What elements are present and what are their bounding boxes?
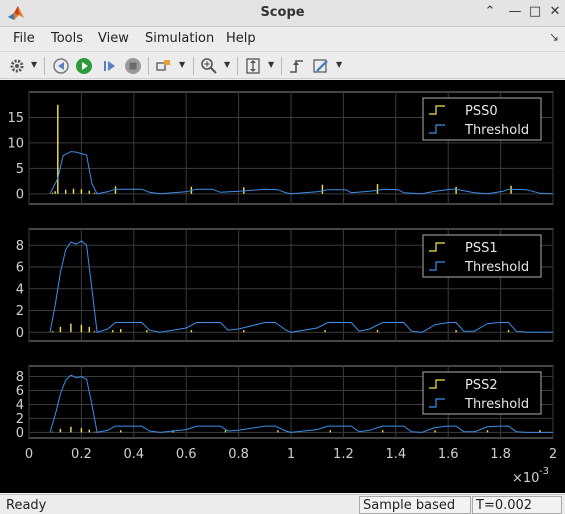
menu-help[interactable]: Help: [226, 31, 256, 46]
scope-panel-1: 0 2 4 6 8 PSS1 Threshold: [16, 228, 554, 342]
toolbar-separator: [44, 57, 45, 75]
menu-tools[interactable]: Tools: [51, 31, 83, 46]
window-title: Scope: [260, 5, 305, 20]
settings-gear-icon[interactable]: [7, 56, 27, 76]
undock-icon[interactable]: ↘: [549, 30, 559, 44]
run-icon[interactable]: [74, 56, 94, 76]
step-forward-icon[interactable]: [99, 56, 119, 76]
legend-label: PSS0: [465, 104, 498, 119]
x-exponent-power: -3: [539, 466, 549, 477]
legend-label: PSS2: [465, 378, 498, 393]
step-back-icon[interactable]: [51, 56, 71, 76]
legend-label: Threshold: [464, 397, 529, 412]
legend-label: PSS1: [465, 241, 498, 256]
highlight-block-icon[interactable]: [154, 56, 174, 76]
zoom-dropdown-icon[interactable]: ▼: [224, 60, 230, 69]
highlight-dropdown-icon[interactable]: ▼: [179, 60, 185, 69]
legend: PSS0 Threshold: [422, 97, 542, 141]
status-text: Ready: [6, 498, 47, 513]
y-tick-label: 2: [16, 412, 24, 427]
scope-display: 0 5 10 15 PSS0 Threshold 0 2 4 6 8 PSS1 Threshold 0 2 4…: [0, 80, 565, 493]
stop-icon[interactable]: [123, 56, 143, 76]
legend: PSS1 Threshold: [422, 234, 542, 278]
y-tick-label: 5: [16, 162, 24, 177]
scope-panel-0: 0 5 10 15 PSS0 Threshold: [7, 91, 554, 205]
y-tick-label: 8: [16, 370, 24, 385]
menu-view[interactable]: View: [98, 31, 129, 46]
x-tick-label: 2: [549, 447, 557, 462]
y-tick-label: 15: [7, 111, 24, 126]
y-tick-label: 4: [16, 398, 24, 413]
y-tick-label: 0: [16, 187, 24, 202]
zoom-icon[interactable]: [199, 56, 219, 76]
menu-simulation[interactable]: Simulation: [145, 31, 214, 46]
toolbar: ▼ ▼ ▼ ▼ ▼: [0, 51, 565, 79]
y-tick-label: 2: [16, 304, 24, 319]
legend-label: Threshold: [464, 123, 529, 138]
y-tick-label: 8: [16, 239, 24, 254]
autoscale-icon[interactable]: [243, 56, 263, 76]
x-tick-label: 0.8: [228, 447, 249, 462]
x-tick-label: 1.6: [438, 447, 459, 462]
scope-plots: 051015 PSS0Threshold02468 PSS1Threshold024…: [7, 91, 557, 486]
y-tick-label: 6: [16, 384, 24, 399]
trigger-icon[interactable]: [287, 56, 307, 76]
minimize-button[interactable]: —: [507, 4, 523, 20]
toolbar-separator: [148, 57, 149, 75]
y-tick-label: 0: [16, 426, 24, 441]
y-tick-label: 4: [16, 282, 24, 297]
x-tick-label: 0.2: [71, 447, 92, 462]
y-tick-label: 6: [16, 261, 24, 276]
status-bar: Ready Sample based T=0.002: [0, 494, 565, 514]
x-tick-label: 1.4: [385, 447, 406, 462]
menu-file[interactable]: File: [13, 31, 35, 46]
toolbar-separator: [237, 57, 238, 75]
x-exponent-label: ×10: [512, 471, 539, 486]
settings-dropdown-icon[interactable]: ▼: [31, 60, 37, 69]
autoscale-dropdown-icon[interactable]: ▼: [268, 60, 274, 69]
edit-style-icon[interactable]: [311, 56, 331, 76]
x-tick-label: 1.8: [490, 447, 511, 462]
toolbar-separator: [281, 57, 282, 75]
scope-panel-2: 02468 PSS2 Threshold: [16, 365, 554, 441]
sim-time: T=0.002: [472, 496, 562, 514]
toolbar-separator: [193, 57, 194, 75]
maximize-button[interactable]: □: [527, 4, 543, 20]
menu-bar: File Tools View Simulation Help ↘: [0, 28, 565, 50]
x-tick-label: 1.2: [333, 447, 354, 462]
legend-label: Threshold: [464, 260, 529, 275]
collapse-icon[interactable]: ⌃: [482, 4, 498, 20]
title-bar: Scope ⌃ — □ ✕: [0, 0, 565, 27]
y-tick-label: 0: [16, 326, 24, 341]
y-tick-label: 10: [7, 136, 24, 151]
x-tick-label: 0: [25, 447, 33, 462]
legend: PSS2 Threshold: [422, 371, 542, 415]
close-button[interactable]: ✕: [547, 4, 563, 20]
sample-mode: Sample based: [359, 496, 471, 514]
x-tick-label: 0.4: [123, 447, 144, 462]
style-dropdown-icon[interactable]: ▼: [336, 60, 342, 69]
x-tick-label: 0.6: [176, 447, 197, 462]
x-tick-label: 1: [287, 447, 295, 462]
